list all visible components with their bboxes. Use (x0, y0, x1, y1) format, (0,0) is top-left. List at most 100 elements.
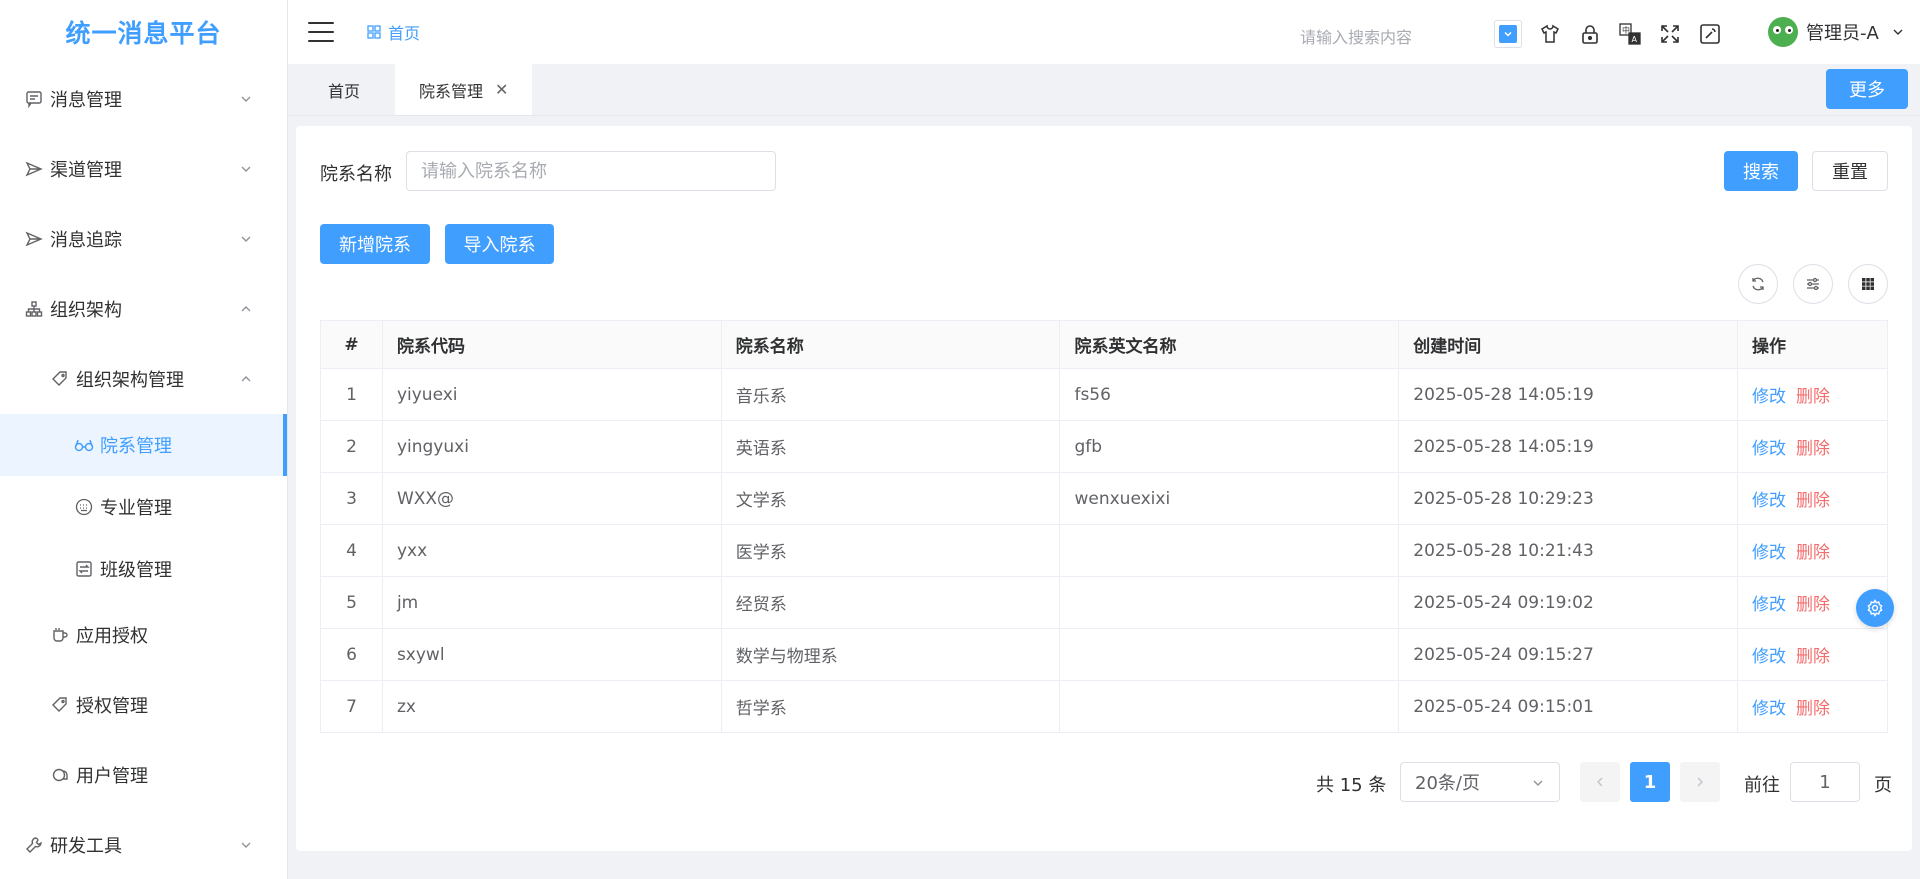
row-english-name (1059, 680, 1400, 733)
sidebar-item-tracking[interactable]: 消息追踪 (0, 204, 287, 274)
pagination: 共 15 条 20条/页 1 前往 页 (296, 762, 1912, 802)
sidebar-item-label: 专业管理 (100, 498, 172, 519)
tab-label: 首页 (328, 81, 361, 101)
add-department-button[interactable]: 新增院系 (320, 224, 430, 264)
sidebar-item-channel[interactable]: 渠道管理 (0, 134, 287, 204)
sidebar-item-department[interactable]: 院系管理 (0, 414, 287, 476)
dropdown-toggle-icon[interactable] (1494, 20, 1522, 48)
tab-bar: 首页 院系管理 ✕ 更多 (288, 64, 1920, 116)
chevron-up-icon (241, 376, 251, 382)
delete-link[interactable]: 删除 (1796, 595, 1830, 615)
tool-icon (24, 835, 44, 855)
edit-link[interactable]: 修改 (1752, 543, 1786, 563)
next-page-button[interactable] (1680, 762, 1720, 802)
filter-settings-icon[interactable] (1793, 264, 1833, 304)
settings-gear-icon[interactable] (1856, 589, 1894, 627)
table-row: 5 jm 经贸系 2025-05-24 09:19:02 修改 删除 (320, 576, 1888, 629)
sidebar-item-major[interactable]: 专业管理 (0, 476, 287, 538)
tab-home[interactable]: 首页 (288, 64, 400, 115)
coffee-icon (50, 625, 70, 645)
delete-link[interactable]: 删除 (1796, 387, 1830, 407)
more-button[interactable]: 更多 (1826, 69, 1908, 109)
sidebar-item-label: 组织架构管理 (76, 370, 184, 391)
breadcrumb[interactable]: 首页 (366, 20, 420, 44)
chevron-down-icon (241, 96, 251, 102)
main-card: 院系名称 搜索 重置 新增院系 导入院系 # 院系代码 院系名称 院系英文名称 … (296, 126, 1912, 851)
col-code: 院系代码 (381, 320, 722, 369)
refresh-icon[interactable] (1738, 264, 1778, 304)
import-department-button[interactable]: 导入院系 (445, 224, 554, 264)
total-count: 共 15 条 (1316, 775, 1387, 796)
edit-link[interactable]: 修改 (1752, 387, 1786, 407)
translate-icon[interactable]: 中A (1618, 22, 1642, 46)
row-index: 2 (320, 420, 383, 473)
col-english-name: 院系英文名称 (1059, 320, 1400, 369)
org-icon (24, 299, 44, 319)
chevron-down-icon (241, 236, 251, 242)
delete-link[interactable]: 删除 (1796, 543, 1830, 563)
delete-link[interactable]: 删除 (1796, 491, 1830, 511)
search-button[interactable]: 搜索 (1724, 151, 1798, 191)
prev-page-button[interactable] (1580, 762, 1620, 802)
row-code: sxywl (381, 628, 722, 681)
columns-grid-icon[interactable] (1848, 264, 1888, 304)
delete-link[interactable]: 删除 (1796, 439, 1830, 459)
row-name: 音乐系 (720, 368, 1061, 421)
send-icon (24, 159, 44, 179)
tshirt-icon[interactable] (1538, 22, 1562, 46)
edit-link[interactable]: 修改 (1752, 647, 1786, 667)
sidebar-item-label: 研发工具 (50, 836, 122, 857)
row-code: zx (381, 680, 722, 733)
chevron-down-icon (241, 842, 251, 848)
lock-icon[interactable] (1578, 22, 1602, 46)
row-created-time: 2025-05-28 10:29:23 (1398, 472, 1739, 525)
sidebar-item-org-manage[interactable]: 组织架构管理 (0, 344, 287, 414)
sidebar-item-label: 消息追踪 (50, 230, 122, 251)
delete-link[interactable]: 删除 (1796, 647, 1830, 667)
send-icon (24, 229, 44, 249)
fullscreen-icon[interactable] (1658, 22, 1682, 46)
close-icon[interactable]: ✕ (495, 80, 508, 99)
page-size-select[interactable]: 20条/页 (1400, 762, 1560, 802)
user-name: 管理员-A (1806, 23, 1879, 44)
chevron-down-icon (241, 166, 251, 172)
app-title: 统一消息平台 (65, 19, 222, 48)
user-menu[interactable]: 管理员-A (1768, 17, 1905, 47)
department-name-input[interactable] (406, 151, 776, 191)
row-created-time: 2025-05-24 09:19:02 (1398, 576, 1739, 629)
sidebar-item-app-auth[interactable]: 应用授权 (0, 600, 287, 670)
grid-icon (367, 25, 381, 39)
sidebar-item-label: 应用授权 (76, 626, 148, 647)
row-index: 4 (320, 524, 383, 577)
breadcrumb-home[interactable]: 首页 (388, 20, 420, 44)
delete-link[interactable]: 删除 (1796, 699, 1830, 719)
sidebar-item-org[interactable]: 组织架构 (0, 274, 287, 344)
edit-link[interactable]: 修改 (1752, 439, 1786, 459)
tab-department[interactable]: 院系管理 ✕ (395, 64, 533, 115)
tool-box-icon[interactable] (1698, 22, 1722, 46)
sidebar-item-user-manage[interactable]: 用户管理 (0, 740, 287, 810)
edit-link[interactable]: 修改 (1752, 699, 1786, 719)
edit-link[interactable]: 修改 (1752, 595, 1786, 615)
sidebar-item-message[interactable]: 消息管理 (0, 64, 287, 134)
goto-page-input[interactable] (1790, 762, 1860, 802)
header-search-input[interactable]: 请输入搜索内容 (1300, 24, 1412, 48)
sidebar-item-dev-tools[interactable]: 研发工具 (0, 810, 287, 879)
message-icon (24, 89, 44, 109)
row-index: 5 (320, 576, 383, 629)
sidebar-item-label: 班级管理 (100, 560, 172, 581)
row-english-name: gfb (1059, 420, 1400, 473)
svg-text:A: A (1632, 35, 1638, 44)
row-code: WXX@ (381, 472, 722, 525)
row-english-name (1059, 576, 1400, 629)
sidebar-item-class[interactable]: 班级管理 (0, 538, 287, 600)
reset-button[interactable]: 重置 (1812, 151, 1888, 191)
row-index: 6 (320, 628, 383, 681)
page-number-current[interactable]: 1 (1630, 762, 1670, 802)
edit-link[interactable]: 修改 (1752, 491, 1786, 511)
goto-label: 前往 (1744, 775, 1780, 796)
page-unit-label: 页 (1874, 775, 1892, 796)
hamburger-icon[interactable] (308, 22, 334, 42)
sidebar-item-label: 渠道管理 (50, 160, 122, 181)
sidebar-item-auth-manage[interactable]: 授权管理 (0, 670, 287, 740)
